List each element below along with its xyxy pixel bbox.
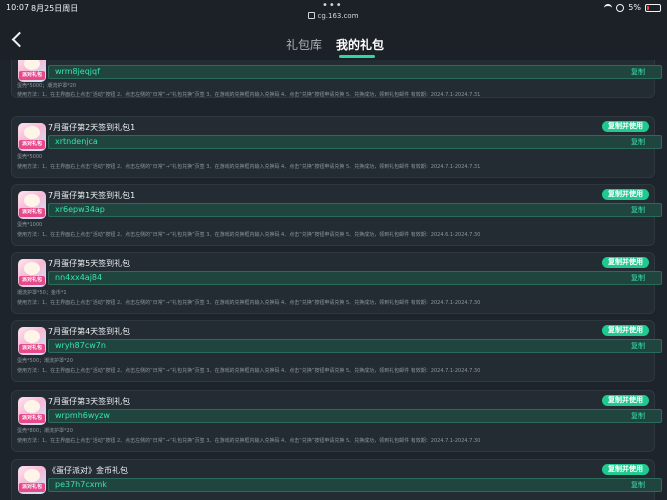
- gift-reward: 蛋壳*1000: [17, 222, 43, 228]
- gift-card: 派对礼包 7月蛋仔第1天签到礼包1 复制并使用 xr6epw34ap 复制 蛋壳…: [11, 184, 662, 246]
- code-field[interactable]: pe37h7cxmk 复制: [48, 478, 662, 492]
- gift-usage: 使用方法：1、在主界面右上点击“活动”按钮 2、点击左侧的“日常”→“礼包兑换”…: [17, 92, 481, 98]
- gift-reward: 潮流护罩*50；金币*1: [17, 290, 67, 296]
- gift-title: 7月蛋仔第4天签到礼包: [48, 327, 131, 336]
- gift-usage: 使用方法：1、在主界面右上点击“活动”按钮 2、点击左侧的“日常”→“礼包兑换”…: [17, 300, 481, 306]
- gift-reward: 蛋壳*500；潮流护罩*20: [17, 358, 73, 364]
- gift-card: 派对礼包 7月蛋仔第4天签到礼包 复制并使用 wryh87cw7n 复制 蛋壳*…: [11, 320, 662, 382]
- copy-button[interactable]: 复制: [631, 272, 645, 284]
- gift-title: 7月蛋仔第3天签到礼包: [48, 397, 131, 406]
- gift-list[interactable]: 派对礼包 wrm8jeqjqf 复制 蛋壳*5000；潮流护罩*20 使用方法：…: [0, 60, 667, 500]
- code-field[interactable]: wryh87cw7n 复制: [48, 339, 662, 353]
- lock-icon: [308, 12, 316, 19]
- gift-reward: 蛋壳*5000；潮流护罩*20: [17, 83, 77, 89]
- gift-card: 派对礼包 7月蛋仔第5天签到礼包 复制并使用 nn4xx4aj84 复制 潮流护…: [11, 252, 662, 314]
- copy-and-use-button[interactable]: 复制并使用: [602, 464, 649, 475]
- gift-reward: 蛋壳*5000: [17, 154, 43, 160]
- gift-icon-tag: 派对礼包: [19, 414, 45, 423]
- gift-icon-tag: 派对礼包: [19, 344, 45, 353]
- gift-icon-tag: 派对礼包: [19, 140, 45, 149]
- active-tab-indicator: [339, 55, 375, 58]
- more-dots-icon[interactable]: •••: [322, 0, 343, 11]
- copy-button[interactable]: 复制: [631, 66, 645, 78]
- copy-and-use-button[interactable]: 复制并使用: [602, 121, 649, 132]
- gift-usage: 使用方法：1、在主界面右上点击“活动”按钮 2、点击左侧的“日常”→“礼包兑换”…: [17, 164, 481, 170]
- url-bar[interactable]: cg.163.com: [0, 12, 667, 20]
- url-text: cg.163.com: [317, 12, 359, 20]
- gift-code: wrm8jeqjqf: [55, 67, 100, 76]
- gift-code: xrtndenjca: [55, 137, 98, 146]
- copy-button[interactable]: 复制: [631, 479, 645, 491]
- gift-card: 派对礼包 7月蛋仔第3天签到礼包 复制并使用 wrpmh6wyzw 复制 蛋壳*…: [11, 390, 662, 452]
- gift-code: nn4xx4aj84: [55, 273, 103, 282]
- wifi-icon: [604, 3, 613, 12]
- gift-icon-tag: 派对礼包: [19, 71, 45, 80]
- gift-usage: 使用方法：1、在主界面右上点击“活动”按钮 2、点击左侧的“日常”→“礼包兑换”…: [17, 438, 481, 444]
- back-chevron-icon[interactable]: [11, 31, 28, 48]
- gift-code: wrpmh6wyzw: [55, 411, 110, 420]
- copy-and-use-button[interactable]: 复制并使用: [602, 257, 649, 268]
- gift-icon: 派对礼包: [18, 123, 46, 151]
- copy-and-use-button[interactable]: 复制并使用: [602, 325, 649, 336]
- gift-reward: 蛋壳*800；潮流护罩*20: [17, 428, 73, 434]
- code-field[interactable]: xr6epw34ap 复制: [48, 203, 662, 217]
- code-field[interactable]: xrtndenjca 复制: [48, 135, 662, 149]
- gift-code: pe37h7cxmk: [55, 480, 107, 489]
- code-field[interactable]: wrpmh6wyzw 复制: [48, 409, 662, 423]
- copy-button[interactable]: 复制: [631, 340, 645, 352]
- gift-icon: 派对礼包: [18, 397, 46, 425]
- battery-percent: 5%: [628, 3, 641, 12]
- gift-icon-tag: 派对礼包: [19, 276, 45, 285]
- copy-button[interactable]: 复制: [631, 204, 645, 216]
- copy-button[interactable]: 复制: [631, 410, 645, 422]
- gift-card: 派对礼包 《蛋仔派对》金币礼包 复制并使用 pe37h7cxmk 复制: [11, 459, 662, 500]
- code-field[interactable]: wrm8jeqjqf 复制: [48, 65, 662, 79]
- status-bar: 10:07 8月25日周日 ••• cg.163.com 5%: [0, 0, 667, 22]
- status-time: 10:07: [6, 3, 30, 12]
- focus-icon: [616, 3, 625, 12]
- top-nav: 礼包库 我的礼包: [0, 22, 667, 60]
- gift-icon: 派对礼包: [18, 60, 46, 82]
- status-right: 5%: [604, 3, 661, 12]
- gift-card: 派对礼包 wrm8jeqjqf 复制 蛋壳*5000；潮流护罩*20 使用方法：…: [11, 60, 662, 98]
- gift-icon: 派对礼包: [18, 259, 46, 287]
- gift-title: 7月蛋仔第2天签到礼包1: [48, 123, 136, 132]
- gift-usage: 使用方法：1、在主界面右上点击“活动”按钮 2、点击左侧的“日常”→“礼包兑换”…: [17, 368, 481, 374]
- code-field[interactable]: nn4xx4aj84 复制: [48, 271, 662, 285]
- gift-code: xr6epw34ap: [55, 205, 105, 214]
- gift-icon: 派对礼包: [18, 191, 46, 219]
- tab-my-gifts[interactable]: 我的礼包: [336, 36, 384, 53]
- tab-gift-library[interactable]: 礼包库: [286, 36, 322, 53]
- gift-code: wryh87cw7n: [55, 341, 106, 350]
- gift-card: 派对礼包 7月蛋仔第2天签到礼包1 复制并使用 xrtndenjca 复制 蛋壳…: [11, 116, 662, 178]
- gift-usage: 使用方法：1、在主界面右上点击“活动”按钮 2、点击左侧的“日常”→“礼包兑换”…: [17, 232, 481, 238]
- gift-title: 《蛋仔派对》金币礼包: [48, 466, 128, 475]
- copy-and-use-button[interactable]: 复制并使用: [602, 395, 649, 406]
- gift-icon-tag: 派对礼包: [19, 208, 45, 217]
- battery-icon: [645, 3, 661, 12]
- copy-and-use-button[interactable]: 复制并使用: [602, 189, 649, 200]
- copy-button[interactable]: 复制: [631, 136, 645, 148]
- gift-icon: 派对礼包: [18, 327, 46, 355]
- gift-title: 7月蛋仔第5天签到礼包: [48, 259, 131, 268]
- gift-icon-tag: 派对礼包: [19, 483, 45, 492]
- gift-icon: 派对礼包: [18, 466, 46, 494]
- gift-title: 7月蛋仔第1天签到礼包1: [48, 191, 136, 200]
